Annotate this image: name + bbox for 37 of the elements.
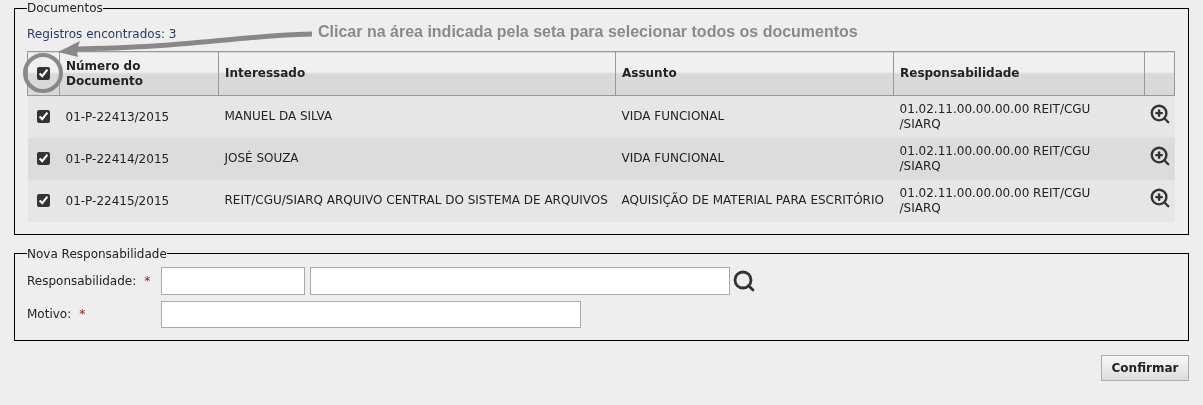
highlight-circle	[23, 53, 63, 93]
name-field[interactable]	[310, 266, 730, 295]
zoom-in-icon[interactable]	[1148, 145, 1171, 167]
checkbox[interactable]	[37, 194, 50, 207]
table-cell-text: 01.02.11.00.00.00.00 REIT/CGU /SIARQ	[899, 185, 1092, 216]
table-cell: VIDA FUNCIONAL	[621, 109, 725, 124]
table-cell: MANUEL DA SILVA	[224, 109, 333, 124]
zoom-in-icon[interactable]	[1148, 103, 1171, 126]
confirm-button[interactable]: Confirmar	[1101, 354, 1189, 381]
table-cell-text: 01.02.11.00.00.00.00 REIT/CGU /SIARQ	[899, 143, 1092, 174]
column-header: Assunto	[622, 66, 677, 80]
table-cell: 01-P-22413/2015	[65, 109, 170, 124]
code-field[interactable]	[161, 266, 305, 295]
section-legend: Documentos	[27, 1, 103, 15]
column-header: Interessado	[225, 66, 306, 80]
records-count: Registros encontrados: 3	[27, 27, 178, 41]
checkbox[interactable]	[37, 67, 50, 80]
table-cell: AQUISIÇÃO DE MATERIAL PARA ESCRITÓRIO	[621, 193, 884, 207]
reason-field[interactable]	[161, 300, 581, 328]
field-label: Motivo:	[27, 306, 72, 323]
required-mark: *	[144, 272, 151, 290]
table-cell: JOSÉ SOUZA	[224, 151, 299, 165]
table-cell: 01-P-22414/2015	[65, 151, 170, 166]
column-header: Responsabilidade	[900, 66, 1020, 80]
zoom-in-icon[interactable]	[1148, 187, 1171, 209]
column-header: Número do Documento	[66, 58, 144, 88]
checkbox[interactable]	[37, 152, 50, 165]
table-cell: 01-P-22415/2015	[65, 193, 170, 208]
search-icon[interactable]	[732, 268, 756, 293]
table-cell: VIDA FUNCIONAL	[621, 151, 725, 165]
table-cell-text: 01.02.11.00.00.00.00 REIT/CGU /SIARQ	[899, 101, 1092, 132]
hint-text: Clicar na área indicada pela seta para selecionar todos os documentos	[318, 23, 858, 41]
section-legend: Nova Responsabilidade	[27, 246, 167, 261]
table-cell: REIT/CGU/SIARQ ARQUIVO CENTRAL DO SISTEMA DE ARQUIVOS	[224, 193, 608, 207]
required-mark: *	[79, 306, 86, 323]
field-label: Responsabilidade:	[27, 272, 137, 290]
checkbox[interactable]	[37, 110, 50, 124]
